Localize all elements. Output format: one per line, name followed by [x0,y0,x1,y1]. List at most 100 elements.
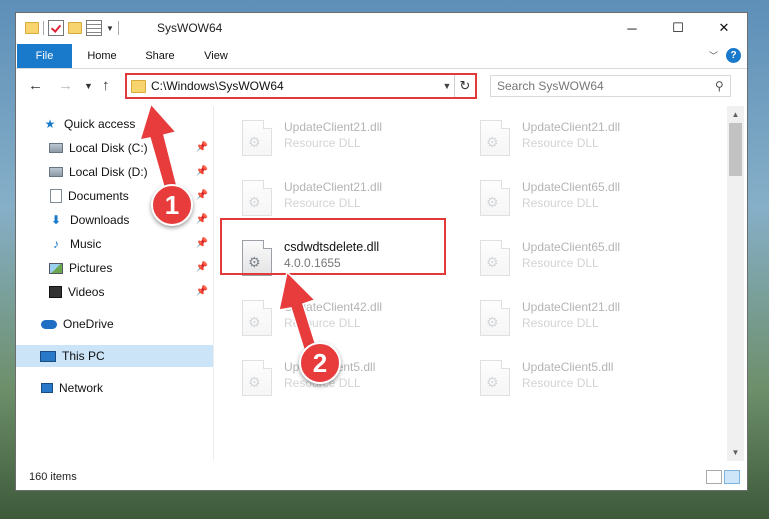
dll-file-icon: ⚙ [480,120,510,156]
network-icon [41,383,53,393]
properties-check-icon[interactable] [48,20,64,36]
pictures-icon [49,262,63,274]
search-icon: ⚲ [715,79,724,93]
dll-file-icon: ⚙ [480,180,510,216]
nav-label: Quick access [64,117,136,131]
nav-label: Videos [68,285,105,299]
tab-view[interactable]: View [196,44,236,68]
gear-icon: ⚙ [486,134,499,150]
customize-dropdown-icon[interactable]: ▼ [106,24,114,33]
expand-ribbon-chevron-icon[interactable]: ﹀ [709,49,718,62]
music-icon: ♪ [53,237,59,251]
highlight-box-file [220,218,446,275]
file-item[interactable]: ⚙ UpdateClient21.dll Resource DLL [236,171,464,225]
scroll-down-arrow-icon[interactable]: ▼ [727,444,744,461]
dll-file-icon: ⚙ [242,180,272,216]
gear-icon: ⚙ [248,134,261,150]
help-icon[interactable]: ? [726,48,741,63]
file-item[interactable]: ⚙ UpdateClient21.dll Resource DLL [474,291,702,345]
nav-local-disk-c[interactable]: Local Disk (C:) 📌 [16,137,213,159]
file-item[interactable]: ⚙ UpdateClient5.dll Resource DLL [474,351,702,405]
star-icon: ★ [44,117,56,131]
file-item[interactable]: ⚙ UpdateClient65.dll Resource DLL [474,231,702,285]
file-name: UpdateClient65.dll [522,180,621,194]
file-description: Resource DLL [284,136,361,150]
tab-home[interactable]: Home [78,44,126,68]
file-item[interactable]: ⚙ UpdateClient42.dll Resource DLL [236,291,464,345]
gear-icon: ⚙ [248,314,261,330]
maximize-button[interactable]: ☐ [655,13,701,43]
nav-quick-access[interactable]: ★ Quick access [16,113,213,135]
nav-label: Pictures [69,261,113,275]
address-path[interactable]: C:\Windows\SysWOW64 [151,79,440,93]
file-description: Resource DLL [522,196,599,210]
scroll-up-arrow-icon[interactable]: ▲ [727,106,744,123]
nav-music[interactable]: ♪ Music 📌 [16,233,213,255]
status-bar: 160 items [16,465,747,490]
tiles-view-icon[interactable] [724,470,740,484]
refresh-icon[interactable]: ↻ [454,75,475,97]
address-dropdown-icon[interactable]: ▼ [440,81,454,91]
folder-icon [25,22,39,34]
nav-pictures[interactable]: Pictures 📌 [16,257,213,279]
navigation-pane: ★ Quick access Local Disk (C:) 📌 Local D… [16,106,214,461]
file-name: UpdateClient21.dll [284,180,383,194]
window-title: SysWOW64 [157,21,223,35]
ribbon-tabs: File Home Share View ﹀ ? [16,44,747,69]
dll-file-icon: ⚙ [242,360,272,396]
dll-file-icon: ⚙ [480,360,510,396]
search-box[interactable]: Search SysWOW64 ⚲ [490,75,731,97]
nav-label: Documents [68,189,129,203]
recent-locations-chevron-icon[interactable]: ▼ [84,81,93,91]
pin-icon[interactable]: 📌 [196,286,208,297]
nav-videos[interactable]: Videos 📌 [16,281,213,303]
nav-label: Local Disk (D:) [69,165,148,179]
nav-network[interactable]: Network [16,377,213,399]
pin-icon[interactable]: 📌 [196,190,208,201]
pin-icon[interactable]: 📌 [196,142,208,153]
tab-file[interactable]: File [17,44,72,68]
nav-label: Music [70,237,102,251]
file-item[interactable]: ⚙ UpdateClient5.dll Resource DLL [236,351,464,405]
onedrive-cloud-icon [41,319,57,329]
videos-icon [49,286,62,298]
window-controls: ─ ☐ ✕ [609,13,747,43]
gear-icon: ⚙ [486,254,499,270]
ribbon-controls: ﹀ ? [709,48,741,63]
nav-local-disk-d[interactable]: Local Disk (D:) 📌 [16,161,213,183]
scroll-thumb[interactable] [729,123,742,176]
nav-label: Downloads [70,213,130,227]
file-description: Resource DLL [522,136,599,150]
tab-share[interactable]: Share [138,44,182,68]
pin-icon[interactable]: 📌 [196,166,208,177]
nav-this-pc[interactable]: This PC [16,345,213,367]
download-icon: ⬇ [50,213,62,227]
new-folder-icon[interactable] [68,22,82,34]
forward-arrow-icon[interactable]: → [58,77,73,94]
pin-icon[interactable]: 📌 [196,214,208,225]
back-arrow-icon[interactable]: ← [28,77,43,94]
nav-onedrive[interactable]: OneDrive [16,313,213,335]
dll-file-icon: ⚙ [480,240,510,276]
file-description: Resource DLL [522,256,599,270]
file-name: UpdateClient21.dll [284,120,383,134]
file-name: UpdateClient21.dll [522,120,621,134]
documents-icon [50,189,62,203]
close-button[interactable]: ✕ [701,13,747,43]
gear-icon: ⚙ [248,194,261,210]
file-item[interactable]: ⚙ UpdateClient21.dll Resource DLL [236,111,464,165]
up-arrow-icon[interactable]: ↑ [102,77,110,94]
customize-icon[interactable] [86,20,102,36]
file-item[interactable]: ⚙ UpdateClient21.dll Resource DLL [474,111,702,165]
minimize-button[interactable]: ─ [609,13,655,43]
search-input[interactable]: Search SysWOW64 [497,79,604,93]
address-bar[interactable]: C:\Windows\SysWOW64 ▼ ↻ [125,73,477,99]
pin-icon[interactable]: 📌 [196,262,208,273]
file-name: UpdateClient65.dll [522,240,621,254]
pin-icon[interactable]: 📌 [196,238,208,249]
navigation-bar: ← → ▼ ↑ C:\Windows\SysWOW64 ▼ ↻ Search S… [16,69,747,103]
file-item[interactable]: ⚙ UpdateClient65.dll Resource DLL [474,171,702,225]
vertical-scrollbar[interactable]: ▲ ▼ [727,106,744,461]
details-view-icon[interactable] [706,470,722,484]
drive-icon [49,167,63,177]
